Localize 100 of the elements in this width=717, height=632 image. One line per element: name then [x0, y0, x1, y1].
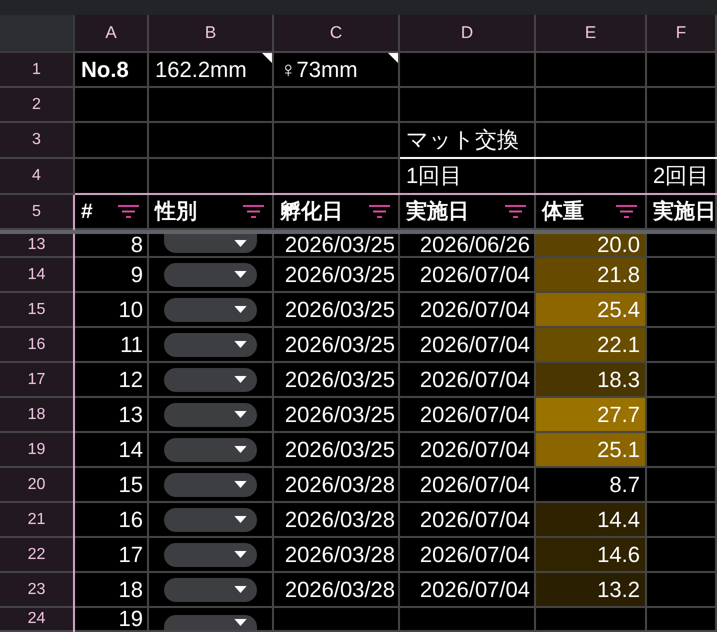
date-text: 2026/06/26: [420, 234, 530, 256]
caret-icon: [234, 551, 247, 558]
row-number[interactable]: 1: [0, 53, 75, 88]
header-text: #: [81, 201, 93, 222]
filter-icon[interactable]: [118, 205, 139, 218]
weight-cell: 22.1: [536, 328, 647, 363]
filter-icon[interactable]: [616, 205, 637, 218]
header-text: 実施日: [406, 201, 469, 222]
row-number[interactable]: 21: [0, 503, 75, 538]
number-text: 15: [118, 474, 143, 496]
date-text: 2026/07/04: [420, 544, 530, 566]
date-text: 2026/03/28: [284, 578, 395, 600]
header-text: 性別: [155, 201, 197, 222]
cell-text: マット交換: [406, 129, 519, 151]
weight-cell: 14.4: [536, 503, 647, 538]
caret-icon: [234, 586, 247, 593]
row-number[interactable]: 2: [0, 88, 75, 123]
number-text: 12: [118, 368, 143, 390]
column-letter[interactable]: D: [400, 15, 536, 53]
date-text: 2026/03/28: [284, 544, 395, 566]
empty-cell: [647, 53, 717, 88]
date-text: 2026/03/28: [284, 508, 395, 530]
weight-cell: 25.1: [536, 433, 647, 468]
number-text: 17: [118, 544, 143, 566]
number-text: 11: [120, 334, 143, 356]
row-number[interactable]: 5: [0, 195, 75, 230]
weight-cell: 14.6: [536, 538, 647, 573]
filter-icon[interactable]: [369, 205, 390, 218]
date-text: 2026/03/25: [284, 264, 395, 286]
date-text: 2026/03/28: [284, 474, 395, 496]
column-letter[interactable]: E: [536, 15, 647, 53]
empty-cell: [647, 468, 717, 503]
number-text: 10: [118, 298, 143, 320]
column-letter[interactable]: F: [647, 15, 717, 53]
header-text: 孵化日: [280, 201, 343, 222]
date-text: 2026/07/04: [420, 334, 530, 356]
weight-cell: 13.2: [536, 573, 647, 608]
caret-icon: [234, 481, 247, 488]
date-text: 2026/07/04: [420, 264, 530, 286]
filter-icon[interactable]: [243, 205, 264, 218]
caret-icon: [234, 516, 247, 523]
row-number[interactable]: 15: [0, 293, 75, 328]
row-number[interactable]: 18: [0, 398, 75, 433]
cell-text: 1回目: [406, 165, 462, 187]
caret-icon: [234, 376, 247, 383]
date-text: 2026/07/04: [420, 578, 530, 600]
row-number[interactable]: 20: [0, 468, 75, 503]
date-text: 2026/07/04: [420, 508, 530, 530]
row-number[interactable]: 22: [0, 538, 75, 573]
number-text: 16: [118, 508, 143, 530]
date-text: 2026/07/04: [420, 438, 530, 460]
row-number[interactable]: 14: [0, 258, 75, 293]
weight-cell: 21.8: [536, 258, 647, 293]
caret-icon: [234, 240, 247, 247]
date-text: 2026/07/04: [420, 474, 530, 496]
header-text: 体重: [542, 201, 584, 222]
number-text: 18: [118, 578, 143, 600]
date-text: 2026/03/25: [284, 334, 395, 356]
row-number[interactable]: 17: [0, 363, 75, 398]
number-text: 8: [130, 234, 143, 256]
caret-icon: [234, 446, 247, 453]
date-text: 2026/07/04: [420, 404, 530, 426]
caret-icon: [234, 271, 247, 278]
date-text: 2026/03/25: [284, 438, 395, 460]
row-number[interactable]: 24: [0, 608, 75, 632]
caret-icon: [234, 411, 247, 418]
column-letter[interactable]: B: [149, 15, 274, 53]
row-number[interactable]: 4: [0, 159, 75, 195]
header-text: 実施日: [653, 201, 716, 222]
dropdown-chip[interactable]: [164, 234, 257, 253]
number-text: 13: [118, 404, 143, 426]
row-number[interactable]: 16: [0, 328, 75, 363]
column-letter[interactable]: C: [274, 15, 400, 53]
number-text: 19: [118, 608, 143, 630]
dropdown-chip[interactable]: [164, 615, 257, 630]
number-text: 14: [118, 438, 143, 460]
caret-icon: [234, 341, 247, 348]
caret-icon: [234, 306, 247, 313]
weight-cell: 25.4: [536, 293, 647, 328]
cell-text: 2回目: [653, 165, 710, 187]
row-number[interactable]: 3: [0, 123, 75, 159]
date-text: 2026/07/04: [420, 298, 530, 320]
row-number[interactable]: 19: [0, 433, 75, 468]
weight-cell: 20.0: [536, 234, 647, 258]
date-text: 2026/03/25: [284, 298, 395, 320]
date-text: 2026/03/25: [284, 368, 395, 390]
cell-text: ♀73mm: [280, 58, 358, 80]
caret-icon: [234, 619, 247, 626]
weight-cell: 27.7: [536, 398, 647, 433]
row-number[interactable]: 23: [0, 573, 75, 608]
row-number[interactable]: 13: [0, 234, 75, 258]
filter-icon[interactable]: [505, 205, 526, 218]
date-text: 2026/07/04: [420, 368, 530, 390]
empty-cell: [647, 608, 717, 632]
weight-cell: 18.3: [536, 363, 647, 398]
column-letter[interactable]: A: [75, 15, 149, 53]
date-text: 2026/03/25: [284, 404, 395, 426]
number-text: 9: [130, 264, 143, 286]
cell-text: 162.2mm: [155, 58, 247, 80]
date-text: 2026/03/25: [284, 234, 395, 256]
